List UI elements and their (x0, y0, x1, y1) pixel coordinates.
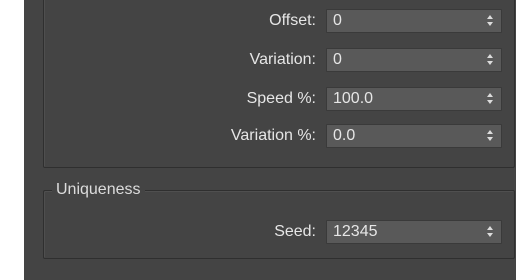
spinner-up-icon[interactable] (487, 226, 493, 230)
variation-label: Variation: (249, 51, 316, 68)
spinner-arrows-icon[interactable] (483, 49, 497, 71)
spinner-arrows-icon[interactable] (483, 10, 497, 32)
seed-spinner[interactable]: 12345 (326, 220, 502, 244)
spinner-down-icon[interactable] (487, 137, 493, 141)
variation-row: Variation: 0 (24, 48, 516, 72)
variation-spinner[interactable]: 0 (326, 48, 502, 72)
speed-row: Speed %: 100.0 (24, 87, 516, 111)
spinner-down-icon[interactable] (487, 61, 493, 65)
uniqueness-title: Uniqueness (52, 180, 145, 200)
seed-row: Seed: 12345 (24, 220, 516, 244)
offset-label: Offset: (269, 12, 316, 29)
spinner-down-icon[interactable] (487, 233, 493, 237)
speed-value[interactable]: 100.0 (333, 88, 373, 110)
variation-percent-row: Variation %: 0.0 (24, 124, 516, 148)
seed-value[interactable]: 12345 (333, 221, 378, 243)
variation-percent-spinner[interactable]: 0.0 (326, 124, 502, 148)
variation-percent-value[interactable]: 0.0 (333, 125, 355, 147)
offset-row: Offset: 0 (24, 9, 516, 33)
spinner-arrows-icon[interactable] (483, 125, 497, 147)
offset-value[interactable]: 0 (333, 10, 342, 32)
variation-value[interactable]: 0 (333, 49, 342, 71)
speed-spinner[interactable]: 100.0 (326, 87, 502, 111)
spinner-up-icon[interactable] (487, 93, 493, 97)
rollout-panel: Offset: 0 Variation: 0 Speed %: 100.0 Va… (24, 0, 516, 280)
speed-label: Speed %: (246, 90, 316, 107)
spinner-down-icon[interactable] (487, 22, 493, 26)
offset-spinner[interactable]: 0 (326, 9, 502, 33)
spinner-arrows-icon[interactable] (483, 221, 497, 243)
spinner-arrows-icon[interactable] (483, 88, 497, 110)
spinner-up-icon[interactable] (487, 15, 493, 19)
variation-percent-label: Variation %: (230, 127, 316, 144)
spinner-up-icon[interactable] (487, 54, 493, 58)
seed-label: Seed: (274, 223, 316, 240)
spinner-up-icon[interactable] (487, 130, 493, 134)
spinner-down-icon[interactable] (487, 100, 493, 104)
